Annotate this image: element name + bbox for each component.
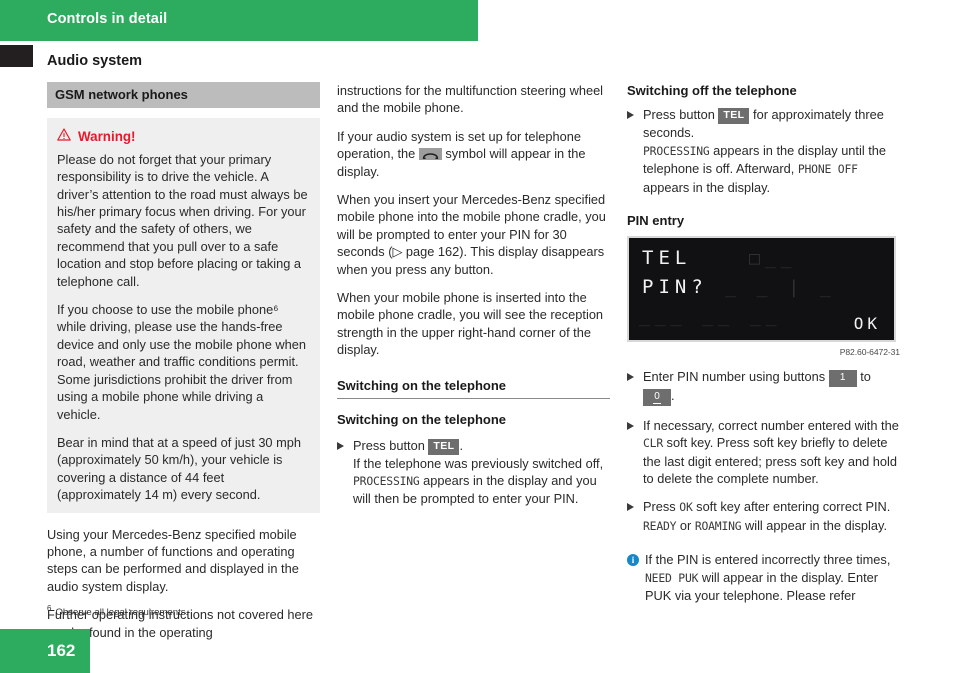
display-line-tel: TEL (642, 247, 692, 270)
footnote-text: Observe all legal requirements. (55, 607, 189, 619)
heading-switching-on-telephone: Switching on the telephone (337, 412, 506, 428)
step-triangle-icon (627, 503, 634, 512)
note-text-a: If the PIN is entered incorrectly three … (645, 552, 891, 568)
warning-paragraph-1: Please do not forget that your primary r… (57, 151, 308, 289)
step-off-lead: Press button (643, 107, 715, 123)
left-paragraph-1: Using your Mercedes-Benz specified mobil… (47, 526, 299, 594)
step-enter-pin-lead: Enter PIN number using buttons (643, 368, 826, 384)
step-enter-pin: Enter PIN number using buttons 1 to 0. (627, 368, 900, 406)
display-ghost-row-2: _ _ | _ (725, 277, 836, 299)
step-ok-text-d: will appear in the display. (744, 517, 888, 533)
figure-reference-code: P82.60-6472-31 (839, 347, 900, 358)
display-word-ready: READY (643, 518, 677, 533)
step-correct-text-a: If necessary, correct number entered wit… (643, 417, 899, 433)
edge-thumb-tab (0, 45, 33, 67)
numeric-key-0-cap: 0 (643, 388, 671, 406)
footnote-marker: 6 (47, 604, 52, 613)
display-word-need-puk: NEED PUK (645, 570, 699, 585)
step-press-tel-body-a: If the telephone was previously switched… (353, 455, 604, 471)
page-number: 162 (47, 641, 76, 660)
warning-box: Warning! Please do not forget that your … (47, 118, 320, 513)
page-footer-block (0, 629, 90, 673)
left-column: GSM network phones Warning! Please do no… (47, 82, 320, 652)
step-press-tel-after: . (459, 437, 464, 453)
step-triangle-icon (627, 111, 634, 120)
step-switch-off-telephone: Press button TEL for approximately three… (627, 106, 900, 196)
heading-switching-on-telephone-ruled: Switching on the telephone (337, 377, 610, 400)
display-ghost-row-1: □__ (749, 248, 797, 270)
step-press-tel: Press button TEL. If the telephone was p… (337, 437, 610, 508)
step-triangle-icon (627, 372, 634, 381)
display-softkey-ok: OK (853, 314, 881, 334)
step-triangle-icon (337, 441, 344, 450)
step-ok-text-b: soft key after entering correct PIN. (696, 499, 891, 515)
display-line-pin-prompt: PIN? (642, 276, 708, 299)
step-off-body-b: appears in the display. (643, 179, 771, 195)
display-word-processing: PROCESSING (643, 143, 710, 158)
warning-triangle-icon (57, 128, 71, 145)
display-word-phone-off: PHONE OFF (797, 162, 858, 177)
info-note: i If the PIN is entered incorrectly thre… (627, 551, 900, 604)
section-title: Audio system (47, 53, 143, 69)
middle-column: instructions for the multifunction steer… (337, 82, 610, 519)
display-ghost-row-3: ___ __ __ (639, 306, 782, 328)
middle-paragraph-4: When your mobile phone is inserted into … (337, 290, 604, 358)
subsection-heading-bar: GSM network phones (47, 82, 320, 109)
display-word-processing: PROCESSING (353, 473, 420, 488)
warning-title: Warning! (78, 129, 136, 145)
audio-display-screen: □__ _ _ | _ ___ __ __ TEL PIN? OK (627, 236, 896, 343)
numeric-key-1-cap: 1 (828, 369, 857, 387)
middle-paragraph-1: instructions for the multifunction steer… (337, 83, 604, 116)
tel-key-cap: TEL (428, 438, 460, 455)
right-column: Switching off the telephone Press button… (627, 82, 900, 605)
display-word-ok: OK (679, 500, 693, 515)
step-ok-text-c: or (679, 517, 692, 533)
step-triangle-icon (627, 421, 634, 430)
display-word-roaming: ROAMING (694, 518, 742, 533)
warning-paragraph-2: If you choose to use the mobile phone⁶ w… (57, 302, 307, 422)
step-ok-text-a: Press (643, 499, 676, 515)
telephone-handset-icon (418, 148, 442, 161)
middle-paragraph-3: When you insert your Mercedes-Benz speci… (337, 192, 606, 277)
heading-switching-off-telephone: Switching off the telephone (627, 83, 797, 98)
middle-paragraph-2: If your audio system is set up for telep… (337, 128, 610, 180)
chapter-title: Controls in detail (47, 11, 168, 27)
step-press-ok: Press OK soft key after entering correct… (627, 498, 900, 535)
heading-pin-entry: PIN entry (627, 213, 685, 229)
step-enter-pin-middle: to (860, 368, 871, 384)
info-circle-icon: i (627, 554, 639, 567)
warning-heading: Warning! (57, 128, 310, 145)
step-correct-pin: If necessary, correct number entered wit… (627, 417, 900, 488)
display-word-clr: CLR (643, 436, 663, 451)
tel-key-cap: TEL (718, 108, 750, 125)
warning-paragraph-3: Bear in mind that at a speed of just 30 … (57, 434, 301, 503)
pin-entry-figure: □__ _ _ | _ ___ __ __ TEL PIN? OK P82.60… (627, 236, 900, 361)
step-correct-text-b: soft key. Press soft key briefly to dele… (643, 435, 897, 487)
step-enter-pin-after: . (671, 387, 675, 403)
step-press-tel-lead: Press button (353, 437, 425, 453)
footnote: 6 Observe all legal requirements. (47, 604, 320, 618)
